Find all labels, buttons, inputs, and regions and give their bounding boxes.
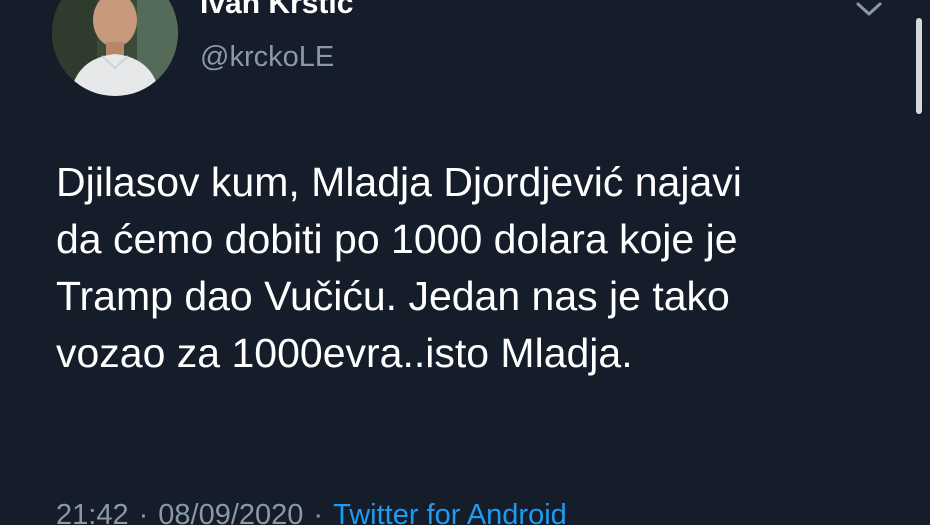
user-handle[interactable]: @krckoLE (200, 40, 334, 74)
tweet-card: Ivan Krstić @krckoLE Djilasov kum, Mladj… (0, 0, 930, 525)
meta-separator: · (313, 499, 324, 525)
avatar-photo (52, 0, 178, 96)
tweet-text-line: vozao za 1000evra..isto Mladja. (56, 330, 633, 376)
tweet-date[interactable]: 08/09/2020 (158, 499, 303, 525)
tweet-text-line: Tramp dao Vučiću. Jedan nas je tako (56, 273, 730, 319)
meta-separator: · (138, 499, 149, 525)
tweet-text-line: Djilasov kum, Mladja Djordjević najavi (56, 159, 742, 205)
avatar[interactable] (52, 0, 178, 96)
chevron-down-icon[interactable] (852, 0, 886, 22)
display-name[interactable]: Ivan Krstić (200, 0, 353, 22)
tweet-time[interactable]: 21:42 (56, 499, 129, 525)
tweet-source-link[interactable]: Twitter for Android (333, 499, 567, 525)
tweet-text: Djilasov kum, Mladja Djordjević najavi d… (56, 154, 896, 382)
tweet-text-line: da ćemo dobiti po 1000 dolara koje je (56, 216, 738, 262)
tweet-meta: 21:42 · 08/09/2020 · Twitter for Android (56, 497, 567, 525)
scrollbar-thumb[interactable] (916, 18, 922, 114)
